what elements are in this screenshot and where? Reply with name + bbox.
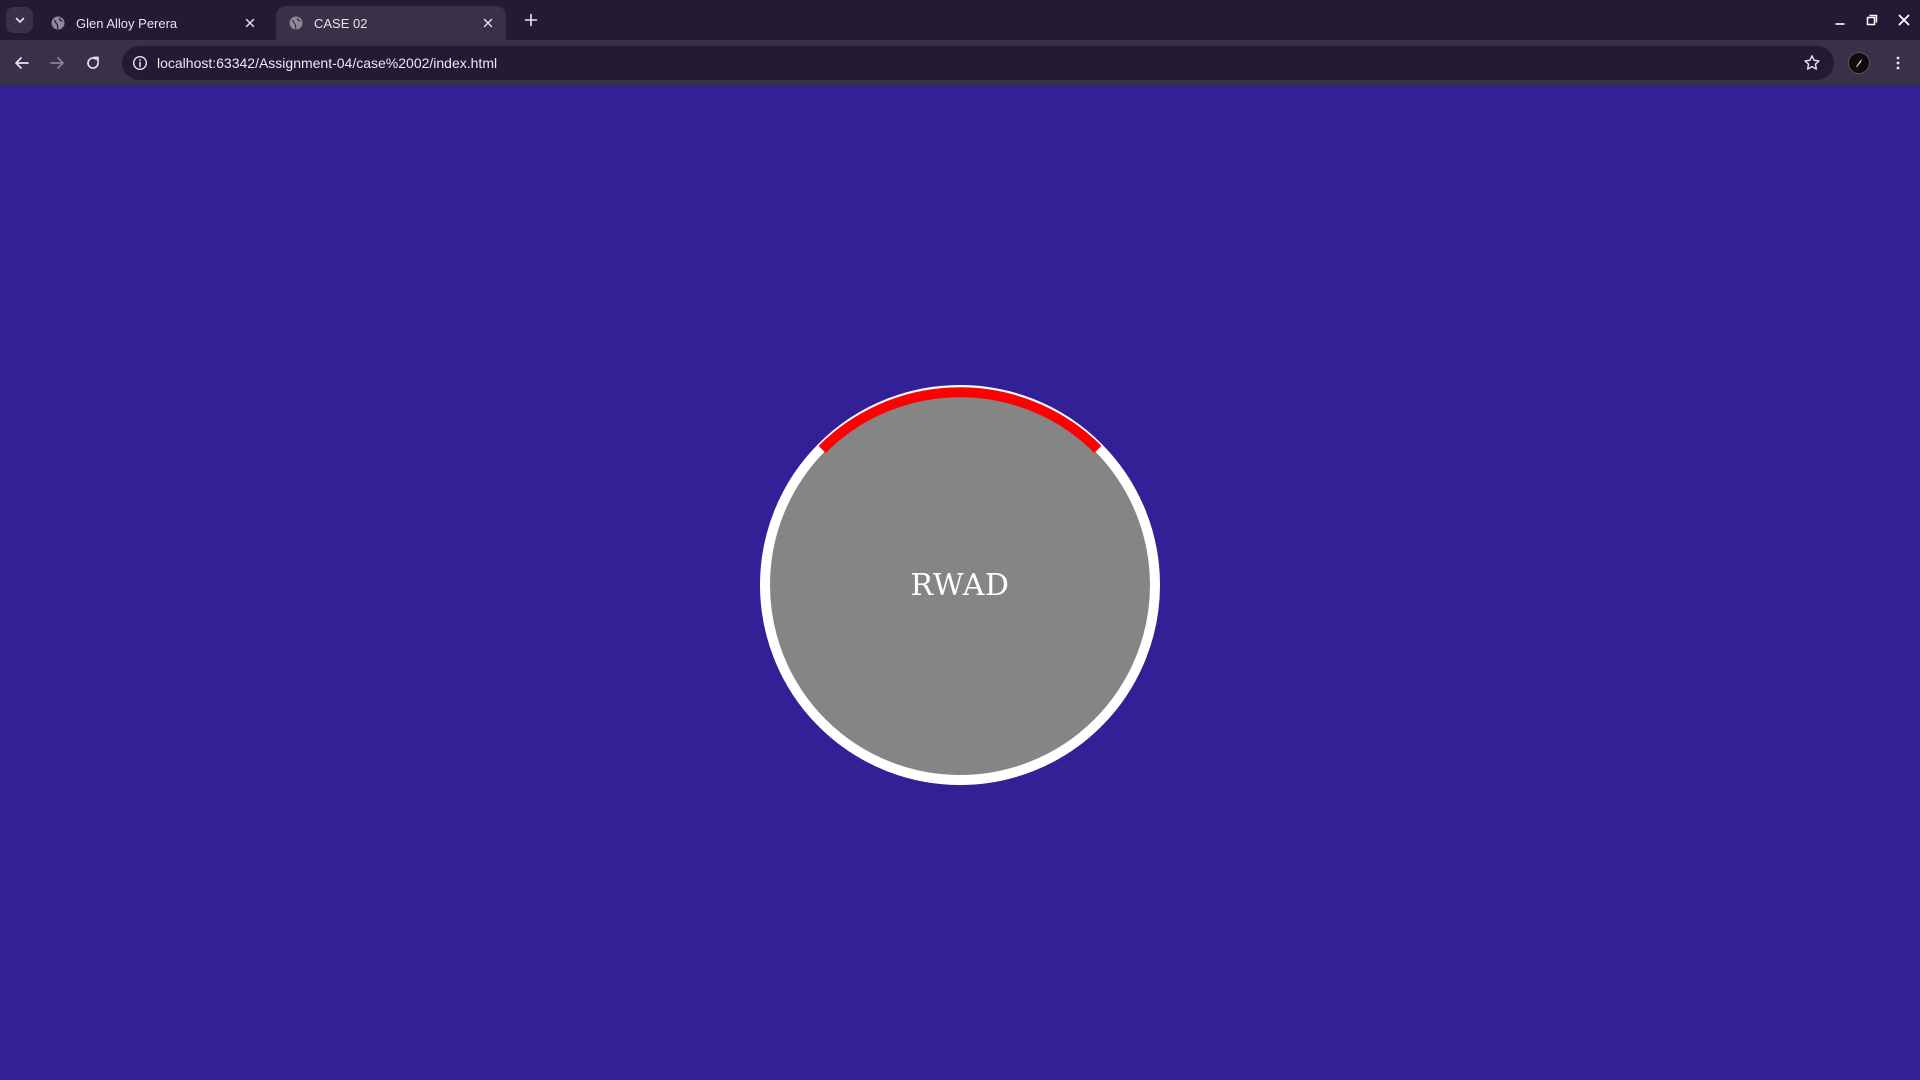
info-icon[interactable] [130, 53, 150, 73]
forward-button[interactable] [43, 49, 71, 77]
reload-icon [85, 55, 101, 71]
profile-icon [1853, 57, 1865, 69]
plus-icon [524, 13, 538, 27]
tab-glen-alloy-perera[interactable]: Glen Alloy Perera [38, 6, 268, 40]
browser-toolbar: localhost:63342/Assignment-04/case%2002/… [0, 40, 1920, 86]
back-button[interactable] [8, 49, 36, 77]
url-text[interactable]: localhost:63342/Assignment-04/case%2002/… [157, 46, 497, 80]
tab-strip: Glen Alloy Perera CASE 02 [0, 0, 1920, 40]
loader-label: RWAD [910, 567, 1010, 603]
close-icon[interactable] [480, 15, 496, 31]
restore-button[interactable] [1856, 0, 1888, 40]
new-tab-button[interactable] [520, 9, 542, 31]
tab-title: Glen Alloy Perera [76, 15, 178, 31]
arrow-right-icon [49, 55, 65, 71]
minimize-button[interactable] [1824, 0, 1856, 40]
profile-button[interactable] [1848, 52, 1870, 74]
page-content: RWAD [0, 86, 1920, 1080]
close-window-icon [1898, 14, 1910, 26]
browser-menu-button[interactable] [1884, 49, 1912, 77]
browser-window: Glen Alloy Perera CASE 02 localhost:6334… [0, 0, 1920, 1080]
address-bar[interactable]: localhost:63342/Assignment-04/case%2002/… [122, 46, 1834, 80]
window-controls [1824, 0, 1920, 40]
chevron-down-icon [14, 14, 26, 26]
globe-icon [288, 15, 304, 31]
reload-button[interactable] [79, 49, 107, 77]
tab-search-button[interactable] [6, 7, 33, 33]
tab-case-02[interactable]: CASE 02 [276, 6, 506, 40]
minimize-icon [1834, 14, 1846, 26]
arrow-left-icon [14, 55, 30, 71]
globe-icon [50, 15, 66, 31]
star-icon[interactable] [1802, 53, 1822, 73]
restore-icon [1866, 14, 1878, 26]
tab-title: CASE 02 [314, 15, 368, 31]
close-window-button[interactable] [1888, 0, 1920, 40]
kebab-menu-icon [1890, 55, 1906, 71]
close-icon[interactable] [242, 15, 258, 31]
